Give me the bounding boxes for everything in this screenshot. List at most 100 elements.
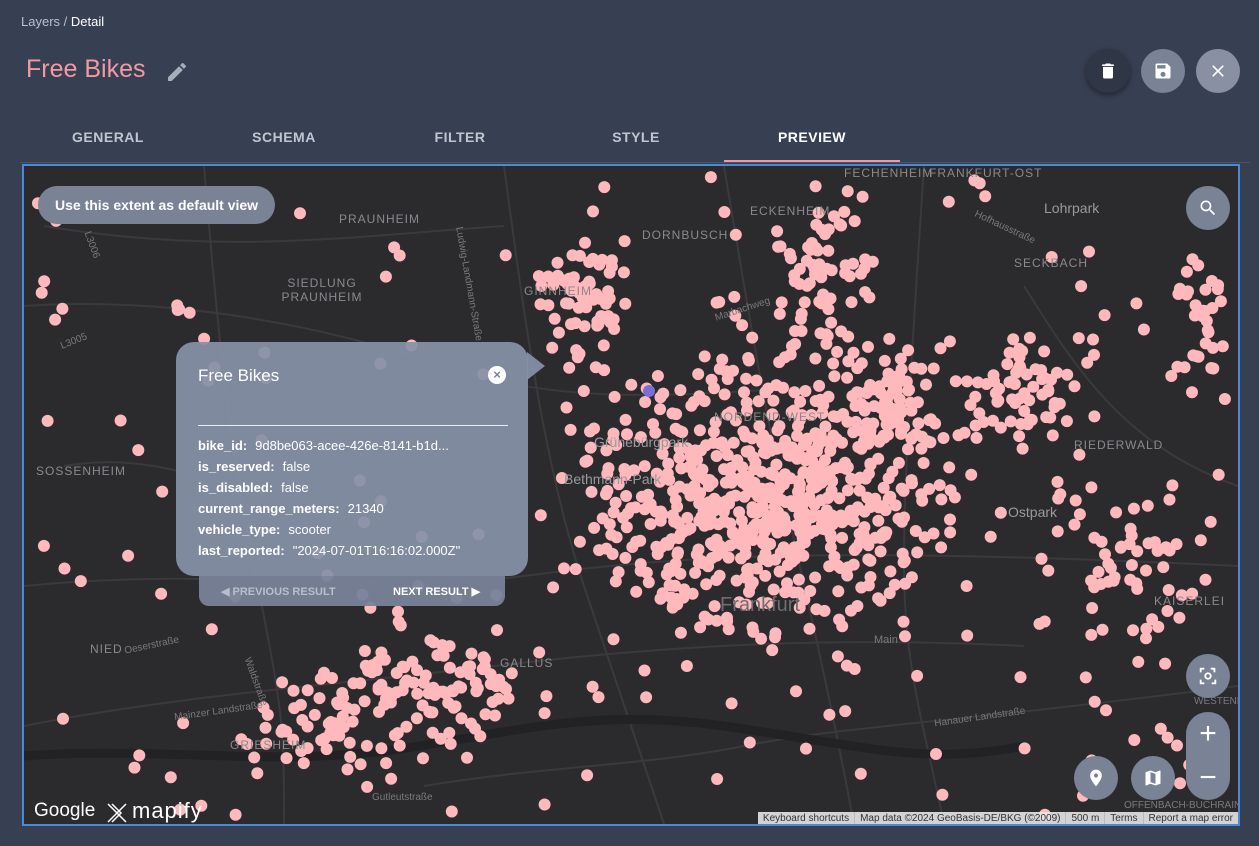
bike-point[interactable]	[721, 449, 734, 462]
bike-point[interactable]	[427, 681, 440, 694]
bike-point[interactable]	[393, 739, 406, 752]
bike-point[interactable]	[964, 399, 977, 411]
bike-point[interactable]	[836, 531, 849, 544]
bike-point[interactable]	[809, 180, 822, 193]
bike-point[interactable]	[918, 531, 931, 544]
bike-point[interactable]	[855, 581, 868, 594]
tab-schema[interactable]: SCHEMA	[196, 120, 372, 160]
bike-point[interactable]	[863, 291, 876, 304]
bike-point[interactable]	[746, 621, 759, 634]
bike-point[interactable]	[301, 684, 314, 697]
bike-point[interactable]	[248, 751, 261, 764]
bike-point[interactable]	[1161, 731, 1174, 744]
bike-point[interactable]	[741, 563, 754, 576]
bike-point[interactable]	[831, 559, 844, 572]
bike-point[interactable]	[1214, 295, 1227, 308]
breadcrumb-parent-link[interactable]: Layers	[21, 14, 60, 29]
bike-point[interactable]	[1125, 559, 1138, 571]
bike-point[interactable]	[757, 535, 770, 548]
bike-point[interactable]	[839, 456, 851, 469]
bike-point[interactable]	[949, 375, 962, 388]
bike-point[interactable]	[935, 493, 948, 506]
bike-point[interactable]	[864, 554, 877, 567]
bike-point[interactable]	[663, 579, 676, 592]
bike-point[interactable]	[308, 708, 321, 721]
bike-point[interactable]	[128, 761, 141, 774]
bike-point[interactable]	[1200, 315, 1213, 327]
bike-point[interactable]	[855, 267, 867, 280]
bike-point[interactable]	[845, 296, 858, 309]
save-button[interactable]	[1141, 49, 1185, 93]
bike-point[interactable]	[717, 504, 730, 517]
bike-point[interactable]	[702, 496, 715, 509]
bike-point[interactable]	[410, 712, 423, 725]
bike-point[interactable]	[807, 508, 820, 521]
bike-point[interactable]	[675, 462, 688, 475]
bike-point[interactable]	[746, 501, 759, 514]
bike-point[interactable]	[706, 539, 719, 552]
bike-point[interactable]	[183, 306, 196, 319]
bike-point[interactable]	[396, 660, 409, 673]
bike-point[interactable]	[911, 669, 924, 682]
bike-point[interactable]	[797, 466, 810, 478]
bike-point[interactable]	[880, 526, 893, 539]
bike-point[interactable]	[824, 528, 837, 541]
bike-point[interactable]	[930, 748, 942, 760]
bike-point[interactable]	[935, 541, 948, 554]
bike-point[interactable]	[313, 692, 326, 705]
bike-point[interactable]	[1123, 538, 1136, 551]
bike-point[interactable]	[470, 685, 483, 698]
bike-point[interactable]	[787, 500, 800, 513]
terms-link[interactable]: Terms	[1104, 812, 1142, 824]
bike-point[interactable]	[800, 742, 812, 755]
bike-point[interactable]	[540, 690, 553, 703]
bike-point[interactable]	[605, 528, 618, 541]
bike-point[interactable]	[1141, 499, 1154, 512]
bike-point[interactable]	[810, 603, 823, 616]
tab-preview[interactable]: PREVIEW	[724, 120, 900, 163]
keyboard-shortcuts-link[interactable]: Keyboard shortcuts	[758, 812, 854, 824]
bike-point[interactable]	[58, 562, 71, 575]
bike-point[interactable]	[708, 600, 721, 613]
bike-point[interactable]	[944, 484, 957, 497]
bike-point[interactable]	[765, 516, 778, 528]
bike-point[interactable]	[742, 352, 755, 364]
bike-point[interactable]	[354, 758, 367, 771]
bike-point[interactable]	[661, 467, 674, 480]
bike-point[interactable]	[1137, 323, 1150, 336]
bike-point[interactable]	[868, 382, 881, 394]
bike-point[interactable]	[673, 480, 686, 493]
bike-point[interactable]	[1088, 531, 1101, 544]
bike-point[interactable]	[634, 534, 647, 547]
bike-point[interactable]	[798, 296, 811, 309]
bike-point[interactable]	[654, 592, 667, 605]
bike-point[interactable]	[378, 698, 391, 711]
bike-point[interactable]	[847, 257, 859, 270]
bike-point[interactable]	[35, 286, 48, 299]
bike-point[interactable]	[596, 512, 609, 525]
bike-point[interactable]	[1035, 552, 1048, 565]
bike-point[interactable]	[1025, 413, 1038, 426]
bike-point[interactable]	[499, 249, 512, 262]
bike-point[interactable]	[748, 463, 761, 476]
bike-point[interactable]	[833, 613, 846, 626]
bike-point[interactable]	[579, 455, 592, 468]
bike-point[interactable]	[803, 277, 816, 290]
bike-point[interactable]	[783, 247, 796, 260]
bike-point[interactable]	[1186, 253, 1199, 266]
bike-point[interactable]	[552, 326, 565, 339]
bike-point[interactable]	[579, 236, 591, 249]
bike-point[interactable]	[994, 506, 1007, 519]
bike-point[interactable]	[1174, 777, 1186, 790]
bike-point[interactable]	[908, 361, 921, 374]
bike-point[interactable]	[746, 331, 759, 344]
bike-point[interactable]	[1088, 348, 1100, 361]
bike-point[interactable]	[735, 552, 747, 565]
bike-point[interactable]	[674, 528, 687, 541]
pencil-icon[interactable]	[165, 60, 189, 84]
report-error-link[interactable]: Report a map error	[1142, 812, 1238, 824]
delete-button[interactable]	[1086, 49, 1130, 93]
bike-point[interactable]	[703, 474, 716, 486]
bike-point[interactable]	[1054, 488, 1067, 501]
bike-point[interactable]	[1099, 548, 1111, 561]
